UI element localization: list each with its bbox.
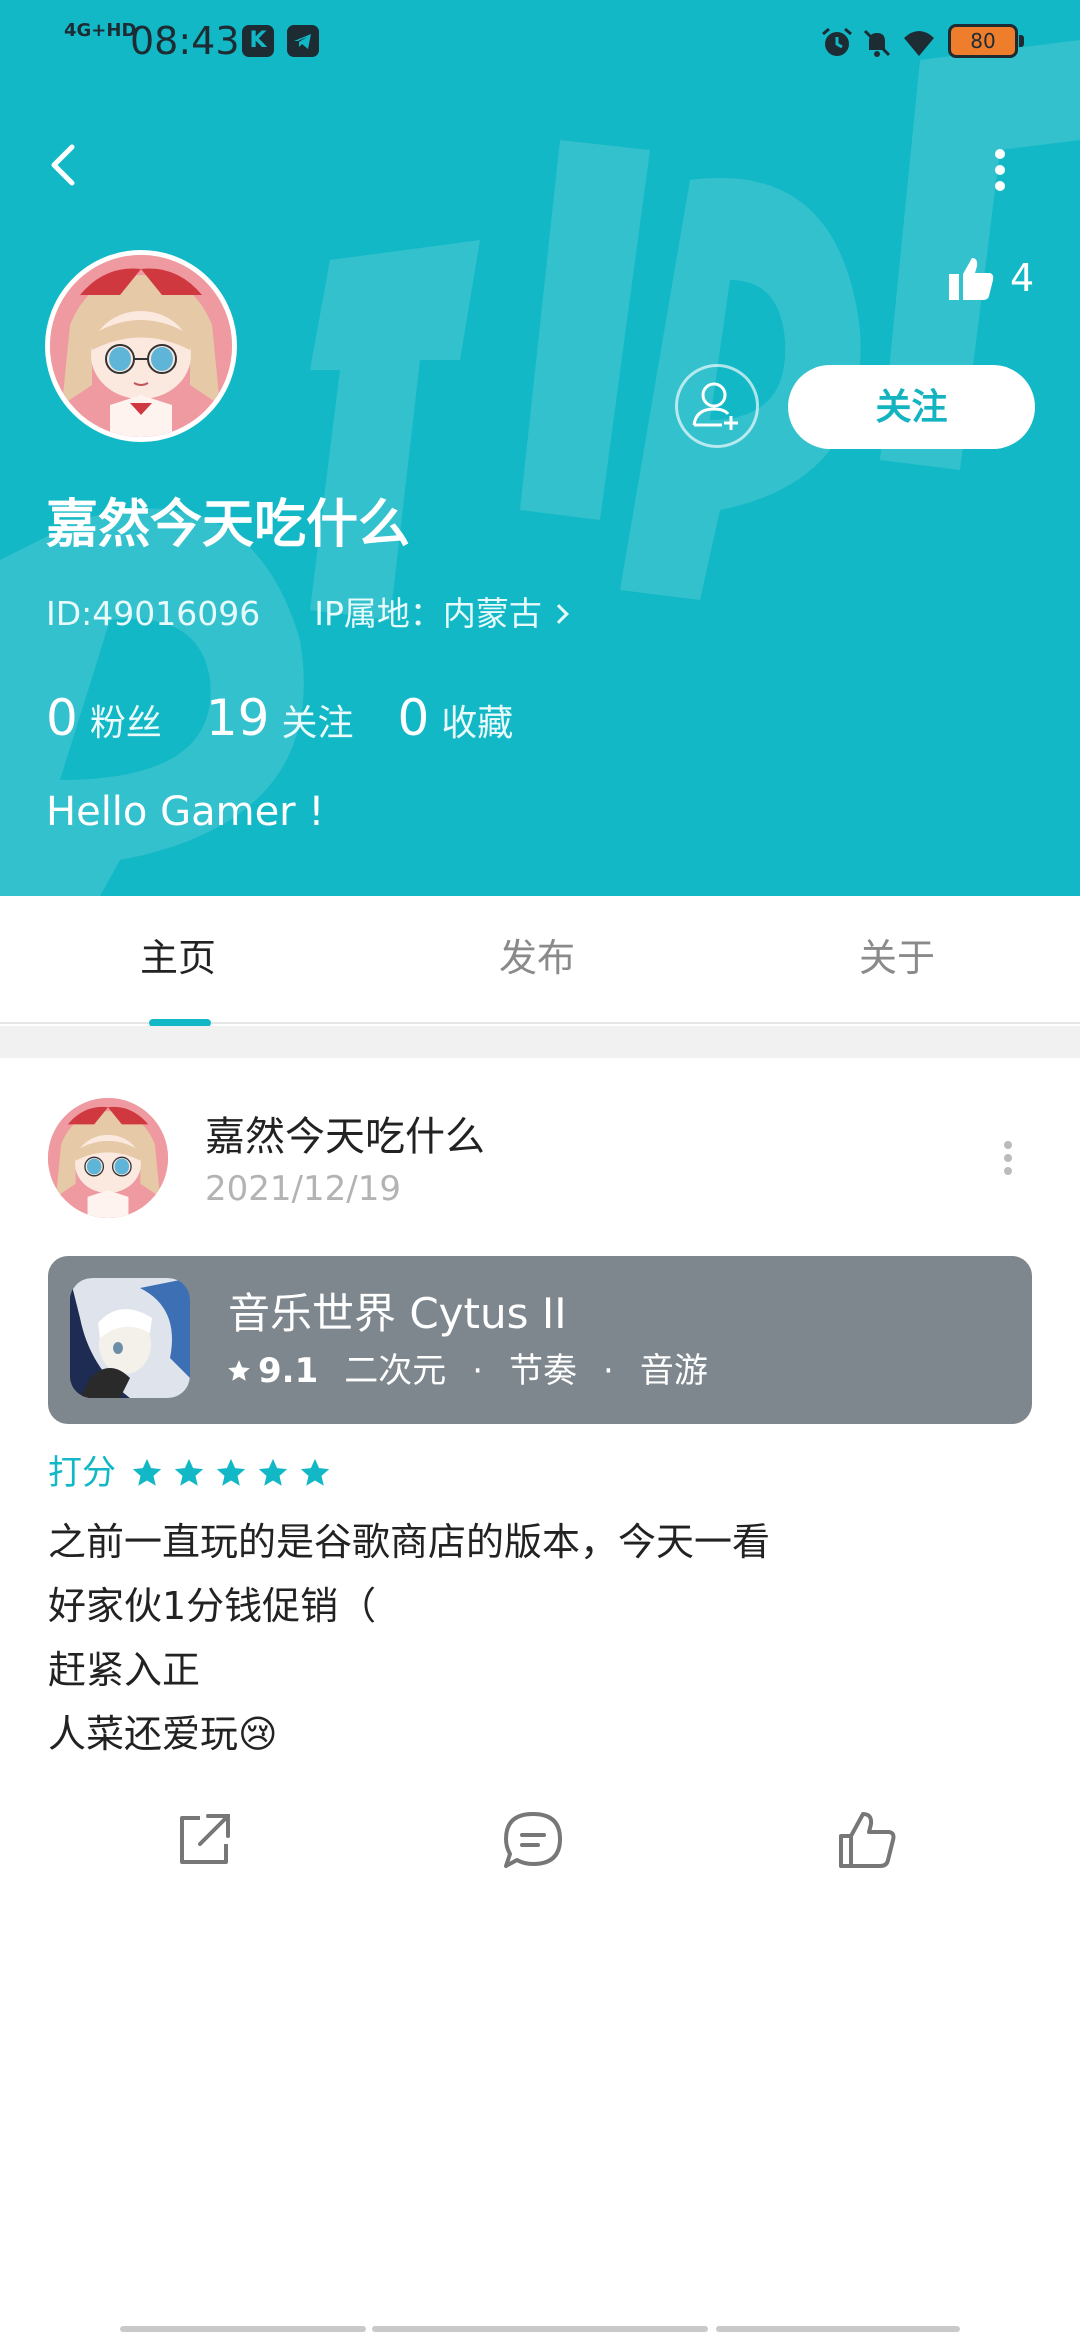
game-name: 音乐世界 Cytus II: [228, 1289, 567, 1338]
profile-stats: 0 粉丝 19 关注 0 收藏: [46, 688, 513, 760]
star-icon: [216, 1458, 246, 1486]
alarm-icon: [822, 27, 852, 56]
post-more-icon[interactable]: [995, 1138, 1021, 1178]
more-options-icon[interactable]: [980, 140, 1020, 200]
game-score: 9.1: [258, 1351, 319, 1391]
tag-separator: ·: [472, 1351, 484, 1391]
rating-label: 打分: [48, 1453, 116, 1493]
star-icon: [228, 1360, 250, 1381]
game-card[interactable]: 音乐世界 Cytus II 9.1 二次元 · 节奏 · 音游: [48, 1256, 1032, 1424]
star-icon: [300, 1458, 330, 1486]
share-icon[interactable]: [172, 1808, 236, 1872]
rating-stars: [130, 1456, 340, 1490]
likes-count: 4: [1010, 256, 1035, 300]
stat-followers[interactable]: 0 粉丝: [46, 688, 162, 760]
battery-icon: 80: [948, 24, 1024, 58]
stat-following[interactable]: 19 关注: [206, 688, 354, 760]
user-id: ID:49016096: [46, 594, 261, 633]
add-user-icon: [692, 382, 738, 430]
stat-number: 0: [46, 689, 78, 747]
game-tag: 音游: [639, 1351, 708, 1391]
profile-id-row: ID:49016096 IP属地：内蒙古: [46, 592, 569, 636]
post-line-text: 人菜还爱玩: [48, 1712, 239, 1756]
stat-number: 19: [205, 689, 270, 747]
star-icon: [174, 1458, 204, 1486]
post-rating: 打分: [48, 1450, 340, 1496]
stat-label: 收藏: [441, 703, 514, 744]
tab-about[interactable]: 关于: [859, 932, 935, 984]
post-author-name[interactable]: 嘉然今天吃什么: [205, 1110, 485, 1164]
section-divider: [0, 1026, 1080, 1058]
comment-icon[interactable]: [500, 1808, 566, 1872]
tab-posts[interactable]: 发布: [499, 932, 575, 984]
stat-label: 关注: [281, 703, 354, 744]
tab-home[interactable]: 主页: [140, 932, 216, 984]
game-meta: 9.1 二次元 · 节奏 · 音游: [226, 1348, 708, 1394]
clock: 08:43: [130, 19, 240, 63]
home-indicator: [0, 2326, 1080, 2334]
post-line: 好家伙1分钱促销（: [48, 1584, 377, 1628]
game-tag: 节奏: [509, 1351, 578, 1391]
status-right-icons: 80: [820, 20, 1024, 64]
thumbs-up-icon: [949, 258, 994, 300]
wifi-icon: [904, 31, 934, 56]
mute-icon: [863, 29, 891, 57]
like-icon[interactable]: [835, 1808, 899, 1872]
profile-tabs: 主页 发布 关于: [0, 896, 1080, 1024]
profile-header: 4G+HD 08:43 K 80 4 关注 嘉然今天吃什么 ID:4901609…: [0, 0, 1080, 896]
chevron-right-icon: [548, 604, 569, 624]
post-content: 之前一直玩的是谷歌商店的版本，今天一看 好家伙1分钱促销（ 赶紧入正 人菜还爱玩…: [48, 1510, 770, 1766]
signal-indicator: 4G+HD: [64, 20, 137, 41]
game-tag: 二次元: [344, 1351, 447, 1391]
post-date: 2021/12/19: [205, 1169, 401, 1209]
add-friend-button[interactable]: [675, 364, 759, 448]
ip-location: IP属地：内蒙古: [314, 594, 542, 633]
post-line: 之前一直玩的是谷歌商店的版本，今天一看: [48, 1520, 771, 1564]
crying-emoji: 😢: [238, 1712, 278, 1756]
back-icon[interactable]: [40, 135, 90, 195]
k-app-icon: K: [242, 25, 274, 57]
ip-location-link[interactable]: IP属地：内蒙古: [314, 594, 569, 633]
telegram-icon: [287, 25, 319, 57]
profile-nickname: 嘉然今天吃什么: [46, 495, 411, 555]
post-line: 赶紧入正: [48, 1648, 201, 1692]
post-author-avatar[interactable]: [48, 1098, 168, 1218]
user-avatar[interactable]: [45, 250, 237, 442]
game-icon: [70, 1278, 190, 1398]
star-icon: [132, 1458, 162, 1486]
status-bar: 4G+HD 08:43 K 80: [0, 0, 1080, 84]
stat-number: 0: [397, 689, 430, 747]
profile-bio: Hello Gamer !: [46, 789, 325, 835]
stat-label: 粉丝: [89, 703, 162, 744]
tag-separator: ·: [603, 1351, 614, 1391]
follow-button[interactable]: 关注: [788, 365, 1035, 449]
post-line: 人菜还爱玩😢: [48, 1702, 770, 1766]
star-icon: [258, 1458, 288, 1486]
stat-favorites[interactable]: 0 收藏: [397, 688, 513, 760]
